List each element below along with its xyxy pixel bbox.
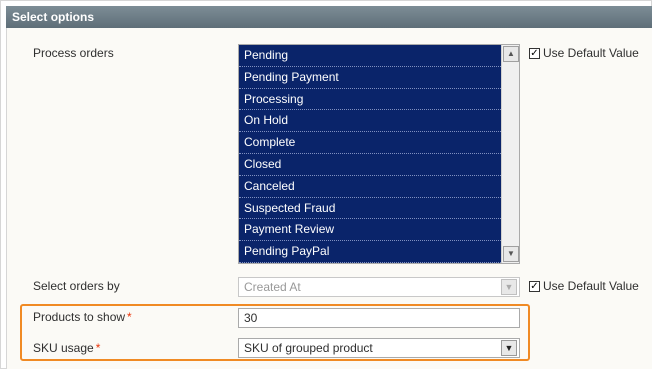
use-default-label: Use Default Value xyxy=(543,279,639,293)
use-default-label: Use Default Value xyxy=(543,46,639,60)
multiselect-option[interactable]: Pending Payment xyxy=(239,66,501,89)
section-title: Select options xyxy=(12,10,95,24)
products-to-show-label-text: Products to show xyxy=(33,310,126,324)
multiselect-scrollbar[interactable]: ▲ ▼ xyxy=(501,45,519,263)
process-orders-label: Process orders xyxy=(33,46,114,60)
products-to-show-label: Products to show * xyxy=(33,310,132,324)
sku-usage-label-text: SKU usage xyxy=(33,341,94,355)
sku-usage-value: SKU of grouped product xyxy=(244,341,373,355)
select-orders-by-use-default[interactable]: ✓ Use Default Value xyxy=(529,279,639,293)
multiselect-option[interactable]: Payment Review xyxy=(239,219,501,242)
sku-usage-dropdown[interactable]: SKU of grouped product ▼ xyxy=(238,338,520,358)
products-to-show-input[interactable] xyxy=(238,308,520,328)
section-header[interactable]: Select options xyxy=(6,6,652,28)
sku-usage-label: SKU usage * xyxy=(33,341,100,355)
multiselect-option[interactable]: Canceled xyxy=(239,175,501,198)
multiselect-option[interactable]: Pending PayPal xyxy=(239,241,501,263)
required-asterisk: * xyxy=(95,341,101,355)
select-orders-by-label: Select orders by xyxy=(33,279,120,293)
scroll-up-icon[interactable]: ▲ xyxy=(503,46,519,62)
multiselect-option[interactable]: Processing xyxy=(239,88,501,111)
multiselect-option[interactable]: Complete xyxy=(239,132,501,154)
chevron-down-icon: ▼ xyxy=(501,279,517,295)
multiselect-option[interactable]: On Hold xyxy=(239,110,501,133)
select-orders-by-dropdown[interactable]: Created At ▼ xyxy=(238,277,520,297)
checkbox-checked-icon[interactable]: ✓ xyxy=(529,280,540,292)
select-orders-by-value: Created At xyxy=(244,280,301,294)
chevron-down-icon: ▼ xyxy=(501,340,517,356)
checkbox-checked-icon[interactable]: ✓ xyxy=(529,47,540,59)
scroll-down-icon[interactable]: ▼ xyxy=(503,246,519,262)
required-asterisk: * xyxy=(127,310,132,324)
process-orders-options: Pending Pending Payment Processing On Hold C… xyxy=(239,45,501,263)
process-orders-multiselect[interactable]: Pending Pending Payment Processing On Hold C… xyxy=(238,44,520,264)
multiselect-option[interactable]: Closed xyxy=(239,153,501,176)
process-orders-use-default[interactable]: ✓ Use Default Value xyxy=(529,46,639,60)
multiselect-option[interactable]: Suspected Fraud xyxy=(239,197,501,220)
multiselect-option[interactable]: Pending xyxy=(239,45,501,67)
